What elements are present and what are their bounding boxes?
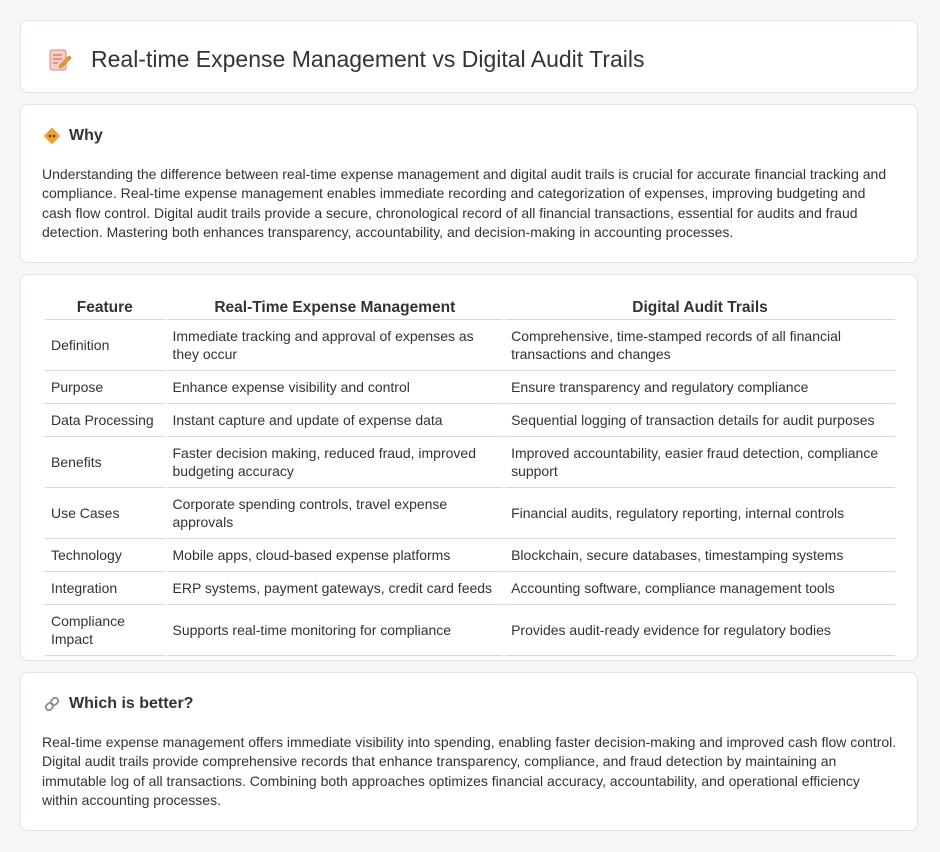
row-real-time: Enhance expense visibility and control [166,371,504,404]
row-audit-trails: Sequential logging of transaction detail… [505,404,895,437]
row-feature: Integration [45,572,165,605]
title-card: Real-time Expense Management vs Digital … [20,20,918,93]
header-real-time: Real-Time Expense Management [166,298,504,320]
which-is-better-section: Which is better? Real-time expense manag… [20,672,918,831]
row-real-time: Instant capture and update of expense da… [166,404,504,437]
row-real-time: Immediate tracking and approval of expen… [166,320,504,371]
table-row: Compliance Impact Supports real-time mon… [45,605,895,656]
row-audit-trails: Comprehensive, time-stamped records of a… [505,320,895,371]
why-text: Understanding the difference between rea… [42,166,887,241]
comparison-table: Feature Real-Time Expense Management Dig… [43,298,897,656]
better-text: Real-time expense management offers imme… [42,734,897,809]
row-audit-trails: Financial audits, regulatory reporting, … [505,488,895,539]
why-heading: Why [43,127,103,145]
why-title: Why [69,127,103,144]
row-real-time: ERP systems, payment gateways, credit ca… [166,572,504,605]
row-feature: Data Processing [45,404,165,437]
table-row: Definition Immediate tracking and approv… [45,320,895,371]
header-audit-trails: Digital Audit Trails [505,298,895,320]
row-real-time: Corporate spending controls, travel expe… [166,488,504,539]
header-feature: Feature [45,298,165,320]
row-audit-trails: Accounting software, compliance manageme… [505,572,895,605]
comparison-section: Feature Real-Time Expense Management Dig… [20,274,918,661]
table-row: Benefits Faster decision making, reduced… [45,437,895,488]
table-row: Purpose Enhance expense visibility and c… [45,371,895,404]
row-audit-trails: Ensure transparency and regulatory compl… [505,371,895,404]
row-real-time: Faster decision making, reduced fraud, i… [166,437,504,488]
table-row: Data Processing Instant capture and upda… [45,404,895,437]
row-feature: Benefits [45,437,165,488]
better-heading: Which is better? [43,695,193,713]
table-header-row: Feature Real-Time Expense Management Dig… [45,298,895,320]
table-row: Technology Mobile apps, cloud-based expe… [45,539,895,572]
why-section: Why Understanding the difference between… [20,104,918,263]
title-row: Real-time Expense Management vs Digital … [47,46,645,73]
row-audit-trails: Provides audit-ready evidence for regula… [505,605,895,656]
row-audit-trails: Blockchain, secure databases, timestampi… [505,539,895,572]
table-row: Integration ERP systems, payment gateway… [45,572,895,605]
link-icon [44,696,60,712]
row-real-time: Mobile apps, cloud-based expense platfor… [166,539,504,572]
better-title: Which is better? [69,695,194,712]
row-audit-trails: Improved accountability, easier fraud de… [505,437,895,488]
row-feature: Compliance Impact [45,605,165,656]
table-row: Use Cases Corporate spending controls, t… [45,488,895,539]
page-title: Real-time Expense Management vs Digital … [91,46,645,72]
row-feature: Use Cases [45,488,165,539]
row-feature: Technology [45,539,165,572]
row-real-time: Supports real-time monitoring for compli… [166,605,504,656]
row-feature: Definition [45,320,165,371]
pencil-note-icon [49,49,72,70]
diamond-sign-icon [44,128,60,144]
row-feature: Purpose [45,371,165,404]
